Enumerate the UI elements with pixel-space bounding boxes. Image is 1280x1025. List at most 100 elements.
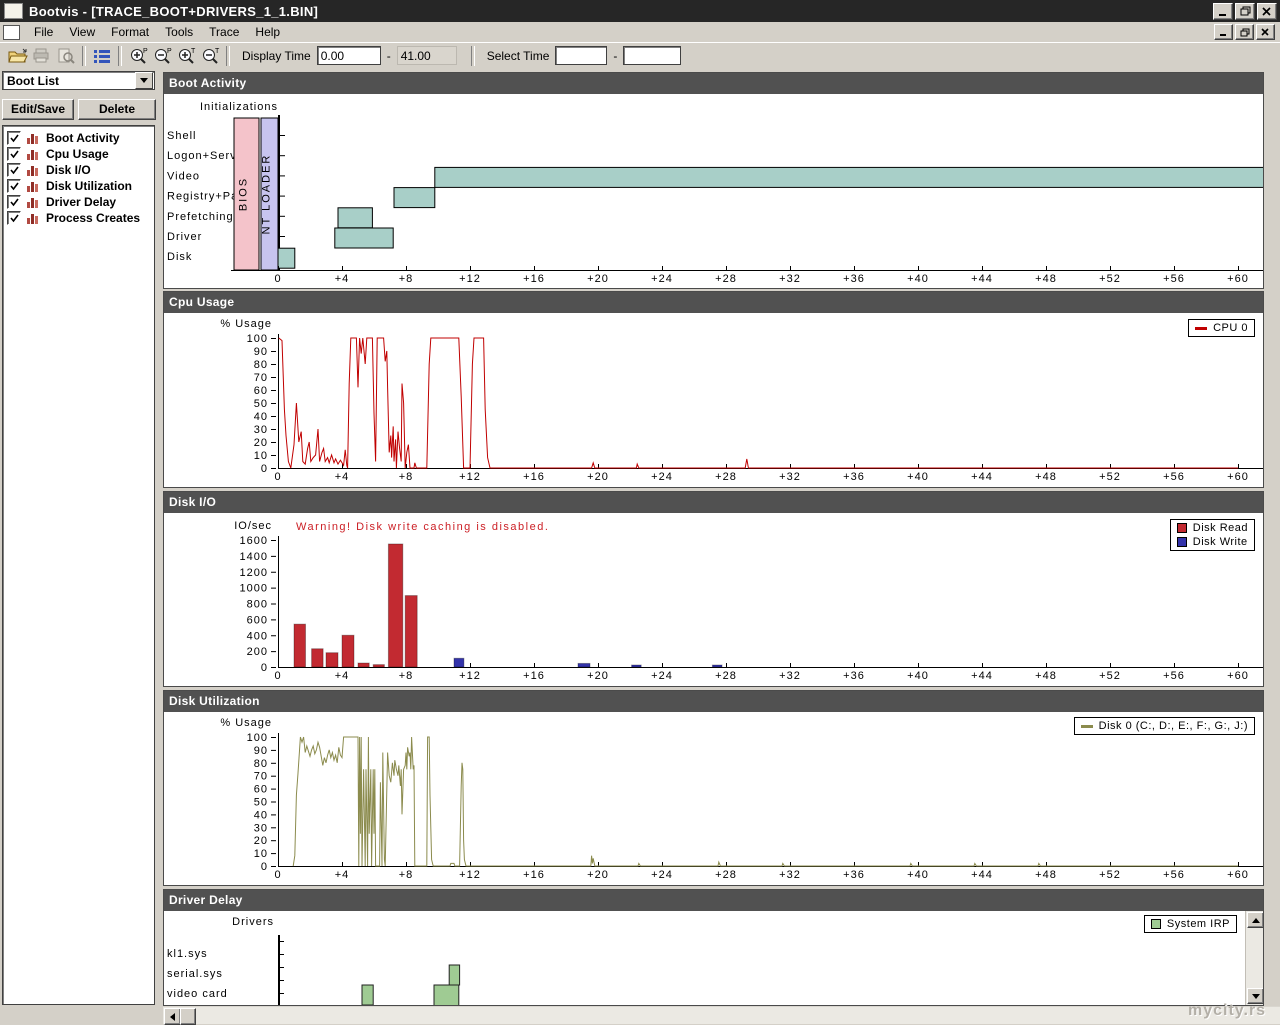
menu-tools[interactable]: Tools: [157, 23, 201, 41]
svg-text:+44: +44: [971, 273, 993, 285]
list-item-disk-io[interactable]: Disk I/O: [3, 162, 154, 178]
checkbox-checked[interactable]: [7, 163, 21, 177]
svg-text:+24: +24: [651, 869, 673, 881]
svg-text:+12: +12: [459, 869, 481, 881]
zoom-in-t-button[interactable]: T: [174, 45, 198, 67]
open-file-button[interactable]: [6, 45, 30, 67]
svg-text:IO/sec: IO/sec: [234, 520, 272, 532]
display-time-label: Display Time: [242, 48, 311, 63]
menu-view[interactable]: View: [61, 23, 103, 41]
svg-text:10: 10: [254, 848, 268, 860]
svg-text:+52: +52: [1099, 869, 1121, 881]
minimize-button[interactable]: [1213, 2, 1233, 20]
svg-text:1200: 1200: [240, 567, 268, 579]
zoom-out-p-button[interactable]: P: [150, 45, 174, 67]
scroll-left-button[interactable]: [164, 1008, 181, 1025]
boot-list-listbox[interactable]: Boot Activity Cpu Usage Disk I/O Disk Ut…: [2, 125, 155, 1005]
svg-text:kl1.sys: kl1.sys: [167, 948, 208, 960]
zoom-out-t-button[interactable]: T: [198, 45, 222, 67]
edit-save-button[interactable]: Edit/Save: [2, 99, 74, 120]
delete-button[interactable]: Delete: [78, 99, 156, 120]
svg-text:+48: +48: [1035, 670, 1057, 682]
boot-activity-chart: Initializations Shell Logon+Serv Video Regis…: [164, 94, 1263, 288]
select-time-label: Select Time: [486, 48, 550, 63]
print-preview-button[interactable]: [54, 45, 78, 67]
svg-text:Drivers: Drivers: [232, 916, 274, 928]
bar-chart-icon: [27, 198, 38, 208]
list-item-process-creates[interactable]: Process Creates: [3, 210, 154, 226]
list-item-boot-activity[interactable]: Boot Activity: [3, 130, 154, 146]
restore-button[interactable]: [1235, 2, 1255, 20]
close-button[interactable]: [1257, 2, 1277, 20]
boot-list-value: Boot List: [7, 73, 59, 88]
zoom-in-t-icon: T: [178, 48, 196, 64]
mdi-restore-button[interactable]: [1235, 24, 1254, 40]
svg-text:100: 100: [247, 732, 268, 744]
svg-text:% Usage: % Usage: [220, 717, 272, 729]
svg-text:Disk: Disk: [167, 251, 192, 263]
checkbox-checked[interactable]: [7, 211, 21, 225]
select-time-to-input[interactable]: [623, 46, 682, 65]
arrow-down-icon: [1251, 993, 1260, 999]
select-time-from-input[interactable]: [555, 46, 608, 65]
bar-chart-icon: [27, 166, 38, 176]
menu-trace[interactable]: Trace: [201, 23, 247, 41]
details-list-button[interactable]: [90, 45, 114, 67]
checkbox-checked[interactable]: [7, 179, 21, 193]
driver-delay-vertical-scrollbar[interactable]: [1245, 911, 1263, 1005]
svg-text:Initializations: Initializations: [200, 101, 278, 113]
svg-text:serial.sys: serial.sys: [167, 968, 223, 980]
app-icon: [4, 3, 23, 19]
print-button[interactable]: [30, 45, 54, 67]
menu-file[interactable]: File: [26, 23, 61, 41]
checkbox-checked[interactable]: [7, 147, 21, 161]
display-time-from-input[interactable]: [316, 46, 381, 65]
bar-chart-icon: [27, 134, 38, 144]
svg-text:+48: +48: [1035, 471, 1057, 483]
panel-title-disk-io: Disk I/O: [164, 492, 1263, 513]
checkbox-checked[interactable]: [7, 131, 21, 145]
menu-format[interactable]: Format: [103, 23, 157, 41]
disk-io-chart: Disk Read Disk Write IO/sec Warning! Disk…: [164, 513, 1263, 686]
svg-text:NT LOADER: NT LOADER: [261, 154, 273, 235]
list-item-disk-utilization[interactable]: Disk Utilization: [3, 178, 154, 194]
display-time-to-input[interactable]: [396, 46, 457, 65]
list-item-cpu-usage[interactable]: Cpu Usage: [3, 146, 154, 162]
chart-canvas-4: Drivers kl1.sys serial.sys video card: [167, 916, 461, 1005]
mdi-close-button[interactable]: [1256, 24, 1275, 40]
svg-text:20: 20: [254, 437, 268, 449]
horizontal-scrollbar-thumb[interactable]: [180, 1008, 196, 1025]
list-item-driver-delay[interactable]: Driver Delay: [3, 194, 154, 210]
svg-text:200: 200: [247, 646, 268, 658]
zoom-in-p-icon: P: [130, 48, 148, 64]
horizontal-scrollbar[interactable]: [163, 1006, 1280, 1025]
svg-text:+4: +4: [335, 869, 350, 881]
svg-text:90: 90: [254, 346, 268, 358]
svg-text:+4: +4: [335, 471, 350, 483]
svg-text:Prefetching: Prefetching: [167, 211, 234, 223]
legend-swatch: [1150, 919, 1161, 929]
zoom-in-p-button[interactable]: P: [126, 45, 150, 67]
combo-dropdown-button[interactable]: [135, 72, 153, 89]
boot-list-combobox[interactable]: Boot List: [2, 71, 155, 90]
svg-text:Video: Video: [167, 170, 200, 182]
svg-text:0: 0: [261, 662, 268, 674]
checkbox-checked[interactable]: [7, 195, 21, 209]
mdi-minimize-button[interactable]: [1214, 24, 1233, 40]
menu-help[interactable]: Help: [247, 23, 288, 41]
check-icon: [9, 198, 19, 206]
svg-text:50: 50: [254, 797, 268, 809]
svg-text:+20: +20: [587, 869, 609, 881]
panel-cpu-usage: Cpu Usage CPU 0 % Usage 0 10 20 30 40 50 60 70 80…: [163, 291, 1264, 488]
svg-text:+16: +16: [523, 869, 545, 881]
document-icon[interactable]: [3, 24, 20, 40]
toolbar: P P T T Display Time - Select Time -: [0, 42, 1280, 68]
list-item-label: Disk I/O: [46, 163, 91, 177]
display-time-range-dash: -: [386, 48, 391, 63]
panel-boot-activity: Boot Activity Initializations Shell Logon+…: [163, 72, 1264, 289]
svg-text:+20: +20: [587, 273, 609, 285]
scroll-up-button[interactable]: [1247, 912, 1263, 928]
svg-text:30: 30: [254, 822, 268, 834]
open-folder-icon: [8, 48, 28, 62]
bar-chart-icon: [27, 150, 38, 160]
